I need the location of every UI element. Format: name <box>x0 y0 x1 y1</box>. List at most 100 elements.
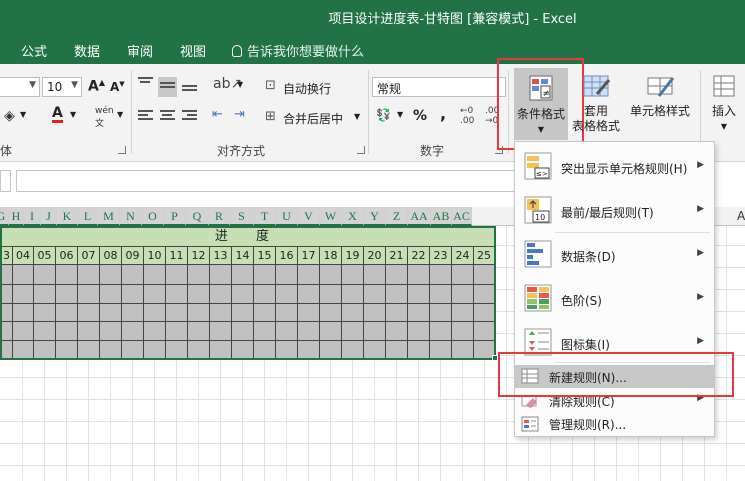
tab-review[interactable]: 审阅 <box>127 41 153 60</box>
decrease-indent-icon[interactable]: ⇤ <box>212 107 223 122</box>
date-number-cell[interactable]: 13 <box>210 247 232 264</box>
column-header[interactable]: X <box>342 207 364 226</box>
manage-rules-icon <box>521 416 539 432</box>
chevron-down-icon[interactable]: ▼ <box>397 110 403 119</box>
column-header[interactable]: AB <box>431 207 452 226</box>
date-number-cell[interactable]: 17 <box>298 247 320 264</box>
cell-styles-button[interactable]: 单元格样式 <box>628 72 692 119</box>
column-header[interactable]: L <box>78 207 98 226</box>
chevron-down-icon[interactable]: ▼ <box>117 110 123 119</box>
column-header[interactable]: R <box>209 207 230 226</box>
font-size-combo[interactable]: 10 ▼ <box>42 77 82 97</box>
chevron-down-icon[interactable]: ▼ <box>354 112 360 121</box>
date-number-cell[interactable]: 08 <box>100 247 122 264</box>
font-name-combo[interactable]: ▼ <box>0 77 40 97</box>
name-box[interactable] <box>0 170 11 192</box>
date-number-cell[interactable]: 07 <box>78 247 100 264</box>
accounting-format-icon[interactable]: 💱 <box>376 108 391 122</box>
font-color-icon[interactable]: A <box>52 106 63 123</box>
tell-me-search[interactable]: 告诉我你想要做什么 <box>232 41 364 60</box>
wrap-text-button[interactable]: 自动换行 <box>283 80 331 97</box>
column-header[interactable]: S <box>230 207 254 226</box>
column-header[interactable]: T <box>254 207 276 226</box>
date-number-cell[interactable]: 20 <box>364 247 386 264</box>
date-number-cell[interactable]: 11 <box>166 247 188 264</box>
gantt-grid-line <box>341 265 342 359</box>
column-header[interactable]: AA <box>408 207 431 226</box>
date-number-cell[interactable]: 22 <box>408 247 430 264</box>
align-top-icon[interactable] <box>138 77 153 89</box>
align-bottom-icon[interactable] <box>182 81 197 93</box>
column-header[interactable]: G <box>0 207 9 226</box>
column-header[interactable]: V <box>298 207 320 226</box>
column-header[interactable]: Y <box>364 207 386 226</box>
column-header[interactable]: N <box>120 207 142 226</box>
date-number-cell[interactable]: 23 <box>430 247 452 264</box>
chevron-down-icon[interactable]: ▼ <box>20 110 26 119</box>
align-left-icon[interactable] <box>138 110 153 122</box>
date-number-cell[interactable]: 18 <box>320 247 342 264</box>
dialog-launcher-icon[interactable] <box>357 146 365 154</box>
date-number-cell[interactable]: 12 <box>188 247 210 264</box>
column-header[interactable]: U <box>276 207 298 226</box>
date-number-cell[interactable]: 21 <box>386 247 408 264</box>
tab-view[interactable]: 视图 <box>180 41 206 60</box>
tab-formulas[interactable]: 公式 <box>21 41 47 60</box>
number-format-combo[interactable]: 常规 <box>372 77 506 97</box>
format-as-table-button[interactable]: 套用 表格格式 <box>570 72 622 134</box>
increase-decimal-icon[interactable]: ←0.00 <box>460 106 474 126</box>
chevron-down-icon[interactable]: ▼ <box>70 110 76 119</box>
formula-input[interactable] <box>16 170 526 192</box>
column-header-right[interactable]: A <box>737 209 745 223</box>
menu-item-data-bars[interactable]: 数据条(D) ▶ <box>515 234 714 274</box>
tab-data[interactable]: 数据 <box>74 41 100 60</box>
align-right-icon[interactable] <box>182 110 197 122</box>
date-number-cell[interactable]: 19 <box>342 247 364 264</box>
date-number-cell[interactable]: 15 <box>254 247 276 264</box>
percent-button[interactable]: % <box>413 108 427 124</box>
chevron-down-icon[interactable]: ▼ <box>237 80 243 89</box>
date-number-cell[interactable]: 14 <box>232 247 254 264</box>
align-center-icon[interactable] <box>160 110 175 122</box>
merge-center-button[interactable]: 合并后居中 <box>283 110 343 127</box>
dialog-launcher-icon[interactable] <box>118 146 126 154</box>
column-header[interactable]: P <box>164 207 186 226</box>
align-middle-icon[interactable] <box>158 77 177 97</box>
date-number-cell[interactable]: 05 <box>34 247 56 264</box>
date-number-cell[interactable]: 25 <box>474 247 495 264</box>
column-header[interactable]: J <box>41 207 57 226</box>
phonetic-icon[interactable]: wén 文 <box>95 106 114 129</box>
date-number-cell[interactable]: 10 <box>144 247 166 264</box>
grow-font-icon[interactable]: A▲ <box>88 78 105 95</box>
menu-item-top-bottom[interactable]: 10 最前/最后规则(T) ▶ <box>515 190 714 230</box>
gantt-grid-line <box>77 265 78 359</box>
menu-item-manage-rules[interactable]: 管理规则(R)... <box>515 413 714 435</box>
gantt-range[interactable]: 进 度 3 04 05 06 07 08 09 10 11 12 13 14 15 16 17 18 19 20 2… <box>0 226 495 359</box>
insert-cells-button[interactable]: 插入 ▼ <box>706 72 742 134</box>
menu-item-highlight-cells[interactable]: ≤> 突出显示单元格规则(H) ▶ <box>515 146 714 186</box>
increase-indent-icon[interactable]: ⇥ <box>234 107 245 122</box>
date-number-cell[interactable]: 3 <box>1 247 13 264</box>
date-number-cell[interactable]: 09 <box>122 247 144 264</box>
column-header[interactable]: Q <box>186 207 209 226</box>
group-separator <box>131 70 132 154</box>
column-header[interactable]: I <box>24 207 41 226</box>
column-header[interactable]: M <box>98 207 120 226</box>
date-number-cell[interactable]: 16 <box>276 247 298 264</box>
column-header[interactable]: O <box>142 207 164 226</box>
comma-button[interactable]: , <box>440 104 446 123</box>
column-header[interactable]: H <box>9 207 24 226</box>
date-number-cell[interactable]: 04 <box>13 247 34 264</box>
column-header[interactable]: Z <box>386 207 408 226</box>
date-number-cell[interactable]: 06 <box>56 247 78 264</box>
fill-color-icon[interactable]: ◈ <box>4 108 15 124</box>
shrink-font-icon[interactable]: A▼ <box>110 80 125 94</box>
gantt-grid-line <box>451 265 452 359</box>
menu-item-color-scales[interactable]: 色阶(S) ▶ <box>515 278 714 318</box>
column-header[interactable]: AC <box>452 207 472 226</box>
date-number-cell[interactable]: 24 <box>452 247 474 264</box>
phonetic-label: wén <box>95 106 114 116</box>
gantt-grid-line <box>1 340 495 341</box>
column-header[interactable]: W <box>320 207 342 226</box>
column-header[interactable]: K <box>57 207 78 226</box>
